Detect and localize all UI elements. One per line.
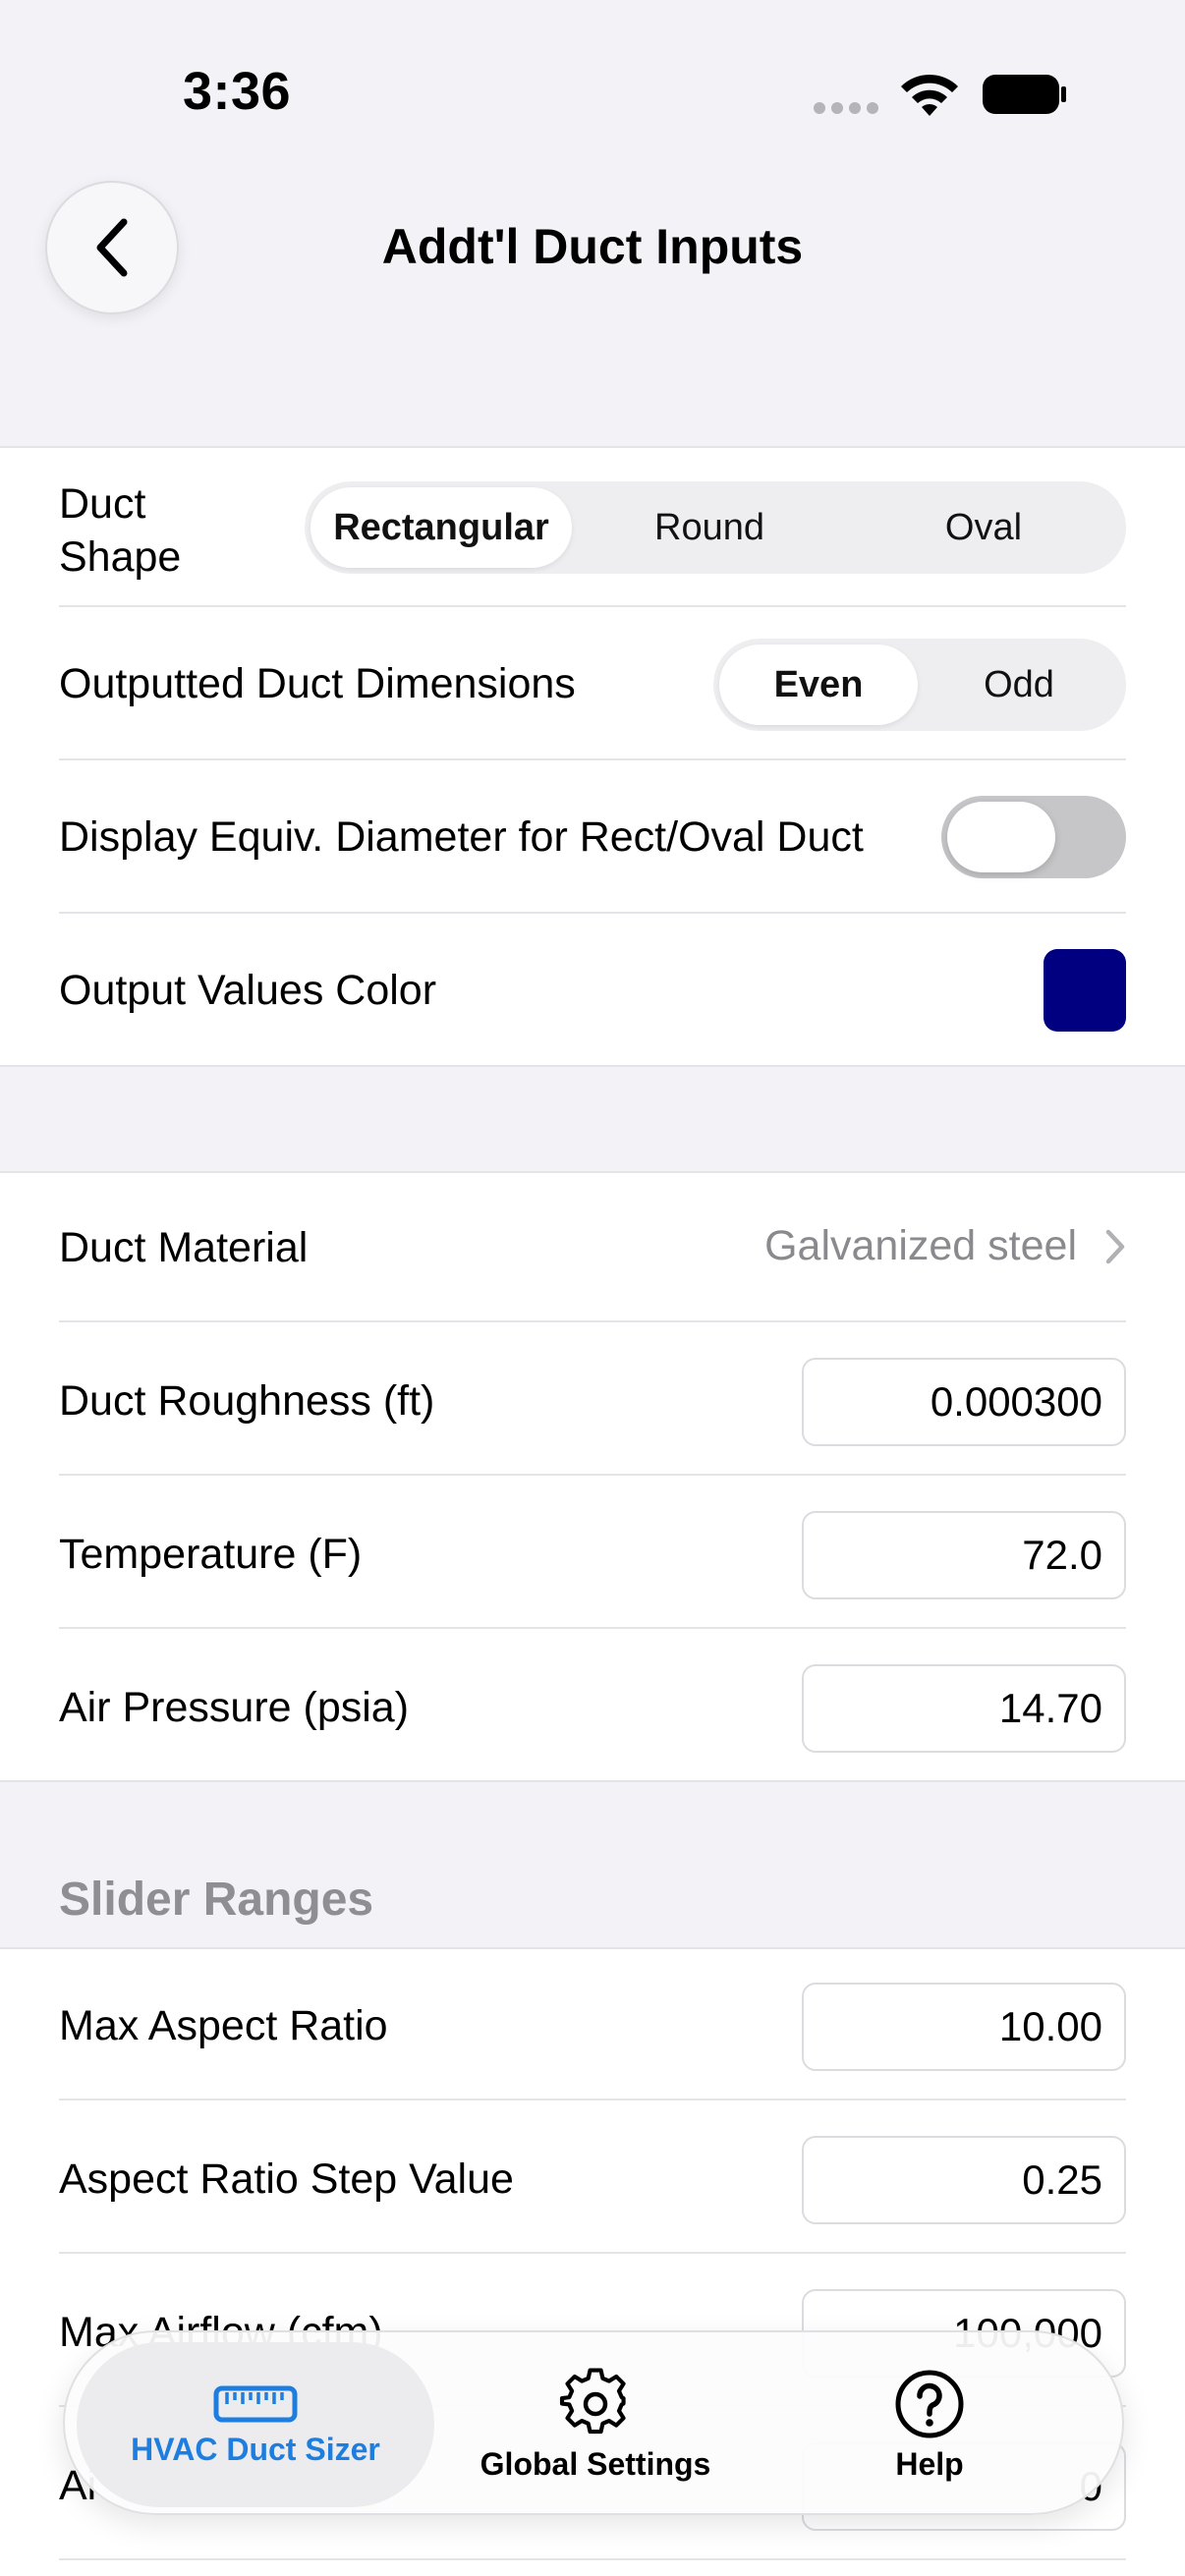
cellular-signal-icon	[814, 102, 878, 114]
divider	[59, 2252, 1126, 2254]
equiv-diameter-toggle[interactable]	[941, 796, 1126, 878]
segment-rectangular[interactable]: Rectangular	[310, 487, 572, 568]
max-aspect-ratio-input[interactable]: 10.00	[802, 1983, 1126, 2071]
tab-bar: HVAC Duct Sizer Global Settings Help	[63, 2330, 1124, 2515]
divider	[59, 2099, 1126, 2100]
duct-shape-label: Duct Shape	[59, 480, 182, 581]
status-time: 3:36	[183, 62, 292, 121]
question-circle-icon	[895, 2370, 964, 2437]
ruler-icon	[213, 2385, 298, 2422]
divider	[59, 605, 1126, 607]
divider	[59, 1320, 1126, 1322]
aspect-step-label: Aspect Ratio Step Value	[59, 2156, 514, 2203]
tab-help[interactable]: Help	[812, 2342, 1047, 2507]
segment-odd[interactable]: Odd	[918, 644, 1120, 725]
duct-material-value: Galvanized steel	[764, 1222, 1077, 1269]
duct-properties-group: Duct Material Galvanized steel Duct Roug…	[0, 1171, 1185, 1782]
slider-ranges-header: Slider Ranges	[59, 1874, 374, 1926]
divider	[59, 758, 1126, 760]
tab-global-settings[interactable]: Global Settings	[458, 2342, 733, 2507]
battery-icon	[983, 75, 1066, 114]
tab-label: Global Settings	[480, 2445, 711, 2482]
air-pressure-input[interactable]: 14.70	[802, 1664, 1126, 1753]
max-aspect-ratio-label: Max Aspect Ratio	[59, 2002, 388, 2049]
air-pressure-label: Air Pressure (psia)	[59, 1684, 410, 1731]
status-bar: 3:36	[0, 0, 1185, 187]
temperature-input[interactable]: 72.0	[802, 1511, 1126, 1599]
gear-icon	[559, 2367, 626, 2434]
duct-shape-segmented-control: Rectangular Round Oval	[305, 481, 1126, 574]
divider	[59, 1627, 1126, 1629]
equiv-diameter-label: Display Equiv. Diameter for Rect/Oval Du…	[59, 813, 864, 861]
segment-round[interactable]: Round	[572, 487, 847, 568]
duct-roughness-label: Duct Roughness (ft)	[59, 1377, 435, 1425]
duct-dimensions-label: Outputted Duct Dimensions	[59, 660, 576, 707]
output-color-swatch[interactable]	[1044, 949, 1126, 1032]
divider	[59, 1474, 1126, 1476]
tab-label: Help	[895, 2445, 964, 2482]
duct-roughness-input[interactable]: 0.000300	[802, 1358, 1126, 1446]
duct-material-row[interactable]: Galvanized steel	[764, 1222, 1126, 1270]
wifi-icon	[901, 74, 958, 116]
dimensions-segmented-control: Even Odd	[713, 639, 1126, 731]
divider	[59, 2558, 1126, 2560]
output-color-label: Output Values Color	[59, 967, 437, 1014]
temperature-label: Temperature (F)	[59, 1531, 363, 1578]
segment-even[interactable]: Even	[719, 644, 918, 725]
tab-hvac-duct-sizer[interactable]: HVAC Duct Sizer	[77, 2342, 434, 2507]
aspect-step-input[interactable]: 0.25	[802, 2136, 1126, 2224]
toggle-knob	[947, 802, 1055, 872]
duct-material-label: Duct Material	[59, 1224, 309, 1271]
page-title: Addt'l Duct Inputs	[381, 219, 804, 274]
divider	[59, 912, 1126, 914]
segment-oval[interactable]: Oval	[847, 487, 1120, 568]
tab-label: HVAC Duct Sizer	[131, 2431, 380, 2467]
chevron-right-icon	[1105, 1229, 1125, 1263]
display-settings-group: Duct Shape Rectangular Round Oval Output…	[0, 446, 1185, 1067]
